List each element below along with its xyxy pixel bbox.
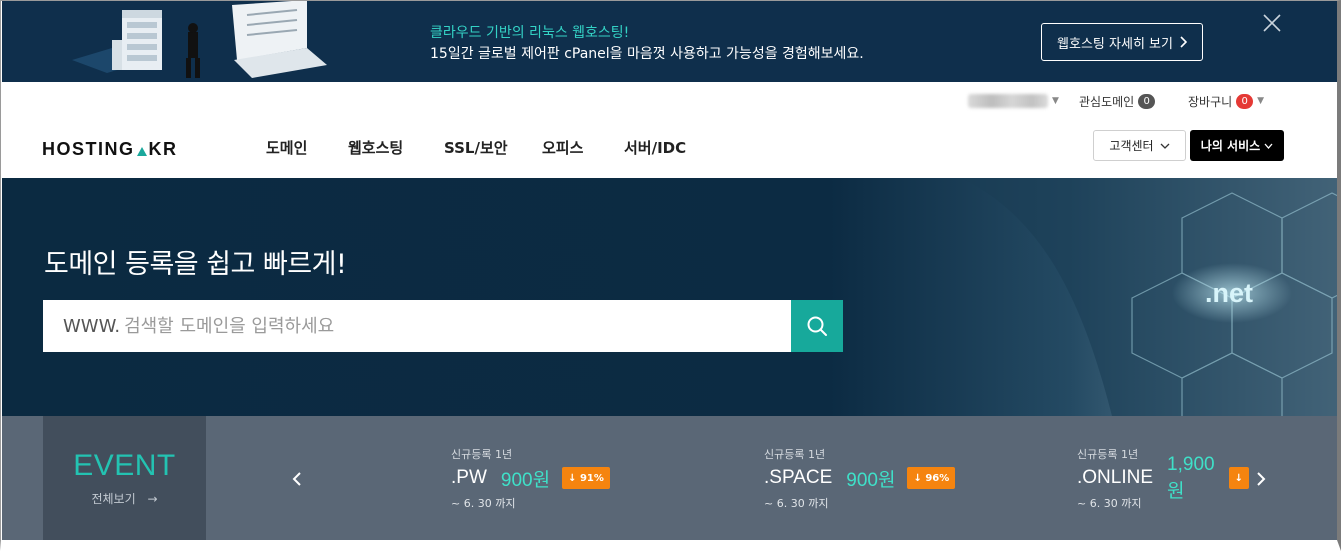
my-service-button[interactable]: 나의 서비스 bbox=[1190, 130, 1284, 161]
deal-period: ~ 6. 30 까지 bbox=[1077, 497, 1142, 510]
deal-discount-badge: ↓ bbox=[1228, 467, 1249, 489]
chevron-down-icon bbox=[1160, 143, 1170, 149]
deal-label: 신규등록 1년 bbox=[764, 448, 826, 461]
promo-headline: 클라우드 기반의 리눅스 웹호스팅! bbox=[430, 25, 630, 41]
cart-count-badge: 0 bbox=[1236, 93, 1254, 109]
nav-office[interactable]: 오피스 bbox=[542, 137, 583, 158]
hero-title: 도메인 등록을 쉽고 빠르게! bbox=[44, 249, 347, 280]
chevron-left-icon bbox=[292, 472, 301, 486]
deal-card-online[interactable]: 신규등록 1년 .ONLINE 1,900원 ↓ ~ 6. 30 까지 bbox=[1077, 446, 1249, 511]
logo-text-kr: KR bbox=[148, 139, 178, 159]
deal-discount-badge: ↓ 91% bbox=[562, 467, 610, 489]
net-tld-graphic-text: .net bbox=[1205, 278, 1254, 308]
logo-triangle-icon bbox=[136, 147, 147, 156]
search-icon bbox=[807, 316, 827, 336]
caret-down-icon: ▼ bbox=[1257, 96, 1265, 106]
user-account-menu[interactable]: ▼ bbox=[968, 93, 1059, 109]
deal-card-pw[interactable]: 신규등록 1년 .PW 900원 ↓ 91% ~ 6. 30 까지 bbox=[451, 446, 610, 511]
deal-price: 900원 bbox=[500, 469, 551, 491]
watch-domain-count-badge: 0 bbox=[1138, 93, 1156, 109]
deal-tld: .PW bbox=[451, 467, 487, 488]
promo-description: 15일간 글로벌 제어판 cPanel을 마음껏 사용하고 가능성을 경험해보세… bbox=[430, 46, 864, 62]
deal-card-space[interactable]: 신규등록 1년 .SPACE 900원 ↓ 96% ~ 6. 30 까지 bbox=[764, 446, 956, 511]
cart-link[interactable]: 장바구니 0 ▼ bbox=[1188, 93, 1264, 109]
deal-period: ~ 6. 30 까지 bbox=[764, 497, 829, 510]
logo-text-hosting: HOSTING bbox=[42, 139, 135, 159]
event-title: EVENT bbox=[73, 449, 176, 482]
watch-domain-link[interactable]: 관심도메인 0 bbox=[1079, 93, 1156, 109]
deal-label: 신규등록 1년 bbox=[1077, 448, 1139, 461]
nav-ssl-security[interactable]: SSL/보안 bbox=[444, 137, 508, 158]
event-strip: EVENT 전체보기 → 신규등록 1년 .PW 900원 ↓ 91% ~ 6.… bbox=[2, 416, 1337, 540]
user-name-redacted bbox=[968, 94, 1048, 108]
hero-background-graphic bbox=[2, 178, 1337, 416]
my-service-label: 나의 서비스 bbox=[1200, 139, 1261, 153]
nav-webhosting[interactable]: 웹호스팅 bbox=[348, 137, 403, 158]
chevron-down-icon bbox=[1264, 143, 1273, 149]
caret-down-icon: ▼ bbox=[1052, 96, 1059, 106]
close-icon[interactable] bbox=[1261, 12, 1283, 34]
domain-search-box: WWW. bbox=[43, 300, 792, 352]
carousel-next-button[interactable] bbox=[1251, 468, 1271, 490]
deal-discount-badge: ↓ 96% bbox=[907, 467, 956, 489]
hosting-details-button[interactable]: 웹호스팅 자세히 보기 bbox=[1041, 23, 1203, 61]
chevron-right-icon bbox=[1180, 36, 1187, 48]
promo-illustration bbox=[72, 0, 327, 78]
event-panel[interactable]: EVENT 전체보기 → bbox=[43, 416, 206, 540]
nav-domain[interactable]: 도메인 bbox=[266, 137, 307, 158]
deal-label: 신규등록 1년 bbox=[451, 448, 513, 461]
hero-section: .net 도메인 등록을 쉽고 빠르게! WWW. bbox=[2, 178, 1337, 416]
search-button[interactable] bbox=[791, 300, 843, 352]
arrow-right-icon: → bbox=[147, 492, 158, 506]
event-view-all-label: 전체보기 bbox=[91, 492, 136, 506]
deal-period: ~ 6. 30 까지 bbox=[451, 497, 516, 510]
domain-search-input[interactable] bbox=[124, 315, 725, 337]
hosting-details-label: 웹호스팅 자세히 보기 bbox=[1057, 36, 1173, 52]
watch-domain-label: 관심도메인 bbox=[1079, 94, 1135, 109]
carousel-prev-button[interactable] bbox=[287, 468, 307, 490]
nav-server-idc[interactable]: 서버/IDC bbox=[624, 137, 686, 158]
deal-tld: .ONLINE bbox=[1077, 467, 1154, 488]
customer-center-label: 고객센터 bbox=[1109, 139, 1154, 153]
deal-price: 1,900원 bbox=[1167, 453, 1215, 502]
cart-label: 장바구니 bbox=[1188, 94, 1233, 109]
event-view-all-link[interactable]: 전체보기 → bbox=[43, 490, 206, 507]
deal-price: 900원 bbox=[846, 469, 896, 491]
window-bottom-edge bbox=[0, 540, 1341, 543]
deal-tld: .SPACE bbox=[764, 467, 833, 488]
promo-banner: 클라우드 기반의 리눅스 웹호스팅! 15일간 글로벌 제어판 cPanel을 … bbox=[2, 0, 1337, 82]
site-logo[interactable]: HOSTING KR bbox=[42, 139, 178, 160]
search-prefix: WWW. bbox=[63, 315, 121, 337]
customer-center-button[interactable]: 고객센터 bbox=[1093, 130, 1186, 161]
chevron-right-icon bbox=[1257, 472, 1266, 486]
